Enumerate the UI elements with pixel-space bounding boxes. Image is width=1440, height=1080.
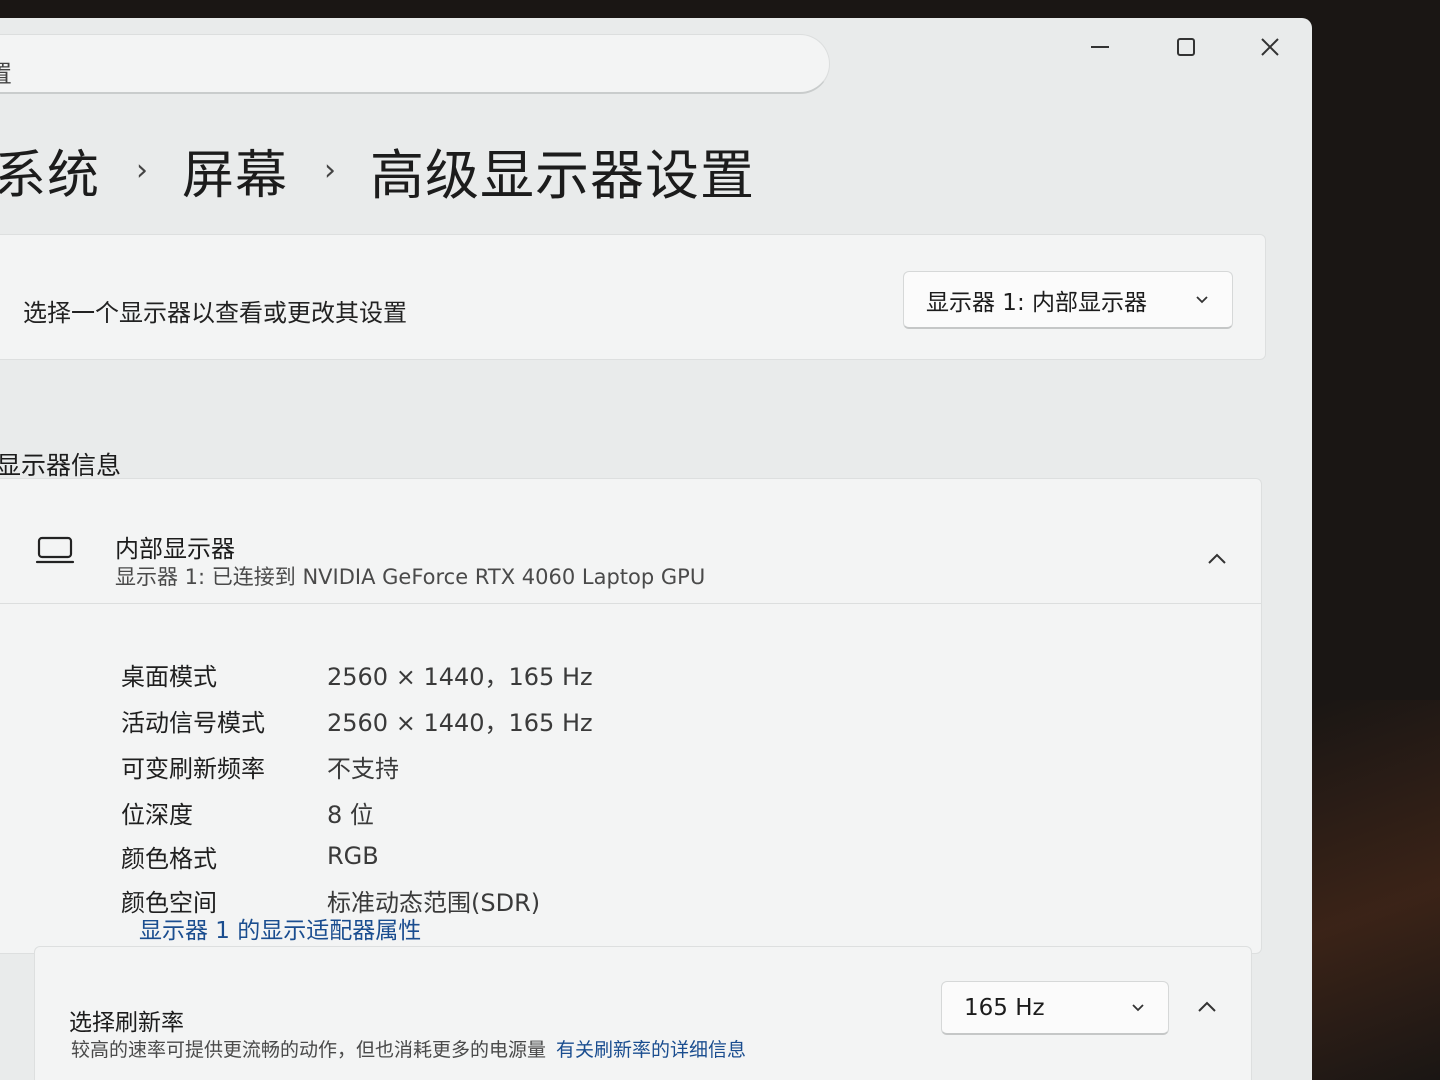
section-title-display-info: 显示器信息 xyxy=(0,451,122,480)
spec-row-bit-depth: 位深度 8 位 xyxy=(121,795,374,829)
display-picker-label: 选择一个显示器以查看或更改其设置 xyxy=(23,299,407,327)
spec-row-active-signal-mode: 活动信号模式 2560 × 1440，165 Hz xyxy=(121,703,593,737)
maximize-button[interactable] xyxy=(1168,32,1204,62)
refresh-rate-select-value: 165 Hz xyxy=(964,994,1045,1021)
search-box[interactable] xyxy=(0,34,830,94)
spec-value: RGB xyxy=(327,842,379,870)
refresh-rate-info-link[interactable]: 有关刷新率的详细信息 xyxy=(556,1039,746,1061)
spec-value: 8 位 xyxy=(327,800,374,829)
display-name: 内部显示器 xyxy=(115,535,235,563)
minimize-button[interactable] xyxy=(1082,32,1118,62)
settings-window: 置 系统 › 屏幕 › 高级显示器设置 选择一个显示器以查看或更改其设置 显示器… xyxy=(0,18,1312,1080)
refresh-rate-description: 较高的速率可提供更流畅的动作，但也消耗更多的电源量 有关刷新率的详细信息 xyxy=(71,1035,746,1062)
monitor-select[interactable]: 显示器 1: 内部显示器 xyxy=(903,271,1233,329)
spec-value: 2560 × 1440，165 Hz xyxy=(327,662,593,691)
spec-row-variable-refresh: 可变刷新频率 不支持 xyxy=(121,749,399,783)
display-info-header[interactable]: 内部显示器 显示器 1: 已连接到 NVIDIA GeForce RTX 406… xyxy=(0,479,1261,604)
maximize-icon xyxy=(1177,38,1195,56)
refresh-rate-description-text: 较高的速率可提供更流畅的动作，但也消耗更多的电源量 xyxy=(71,1039,547,1061)
laptop-icon xyxy=(35,536,75,564)
close-icon xyxy=(1261,38,1279,56)
chevron-up-icon[interactable] xyxy=(1195,995,1219,1019)
spec-value: 2560 × 1440，165 Hz xyxy=(327,708,593,737)
refresh-rate-select[interactable]: 165 Hz xyxy=(941,981,1169,1035)
background-glow xyxy=(1312,700,1440,1080)
chevron-right-icon: › xyxy=(136,152,149,188)
breadcrumb-item-system[interactable]: 系统 xyxy=(0,133,100,208)
breadcrumb-item-display[interactable]: 屏幕 xyxy=(182,133,288,208)
monitor-select-value: 显示器 1: 内部显示器 xyxy=(926,289,1148,316)
spec-row-color-format: 颜色格式 RGB xyxy=(121,839,379,873)
chevron-up-icon[interactable] xyxy=(1205,547,1229,571)
spec-label: 颜色格式 xyxy=(121,844,217,873)
spec-label: 桌面模式 xyxy=(121,662,217,691)
refresh-rate-card: 选择刷新率 较高的速率可提供更流畅的动作，但也消耗更多的电源量 有关刷新率的详细信… xyxy=(34,946,1252,1080)
spec-label: 活动信号模式 xyxy=(121,708,265,737)
close-button[interactable] xyxy=(1252,32,1288,62)
spec-label: 可变刷新频率 xyxy=(121,754,265,783)
display-subtitle: 显示器 1: 已连接到 NVIDIA GeForce RTX 4060 Lapt… xyxy=(115,565,706,589)
minimize-icon xyxy=(1091,46,1109,48)
spec-label: 位深度 xyxy=(121,800,193,829)
page-title: 高级显示器设置 xyxy=(370,143,756,207)
breadcrumb: 系统 › 屏幕 › 高级显示器设置 xyxy=(0,130,755,210)
chevron-down-icon xyxy=(1132,1003,1144,1011)
chevron-down-icon xyxy=(1196,295,1208,303)
adapter-properties-link[interactable]: 显示器 1 的显示适配器属性 xyxy=(139,911,421,945)
chevron-right-icon: › xyxy=(324,152,337,188)
spec-value: 不支持 xyxy=(327,754,399,783)
display-info-card: 内部显示器 显示器 1: 已连接到 NVIDIA GeForce RTX 406… xyxy=(0,478,1262,954)
search-text: 置 xyxy=(0,62,12,86)
display-picker-card: 选择一个显示器以查看或更改其设置 显示器 1: 内部显示器 xyxy=(0,234,1266,360)
refresh-rate-title: 选择刷新率 xyxy=(69,1010,184,1036)
spec-row-desktop-mode: 桌面模式 2560 × 1440，165 Hz xyxy=(121,657,593,691)
